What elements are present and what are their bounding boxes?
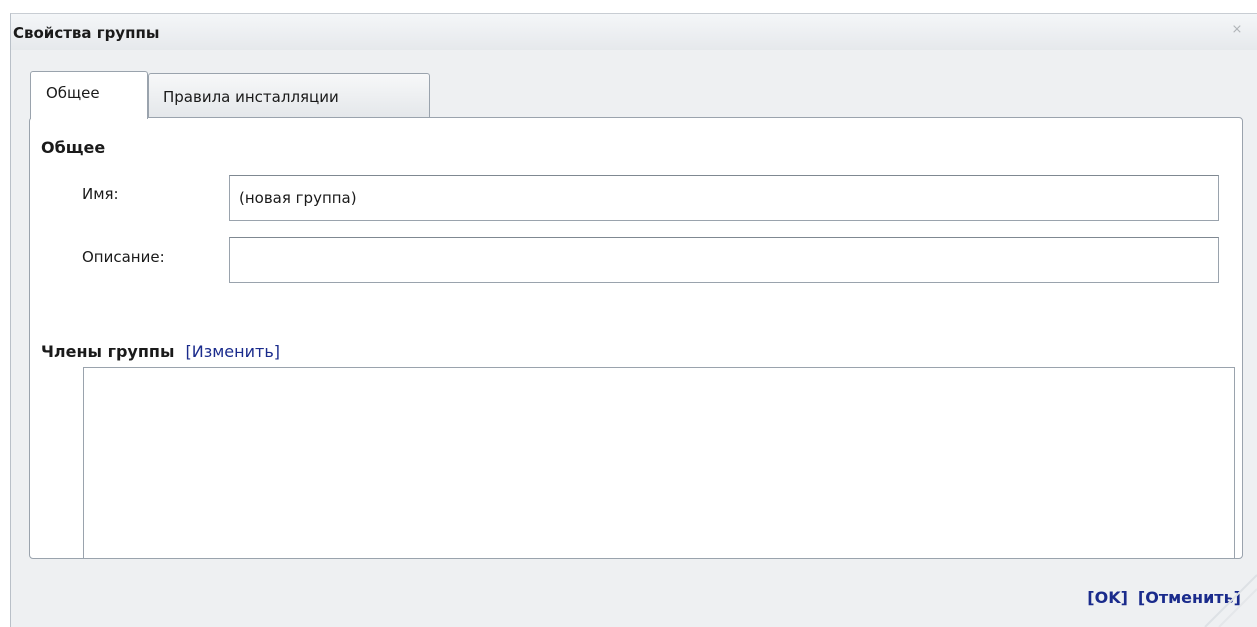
members-list[interactable] (83, 367, 1235, 559)
description-field[interactable] (229, 237, 1219, 283)
resize-grip-icon[interactable] (1197, 567, 1257, 627)
group-properties-dialog: Свойства группы ⨯ Общее Правила инсталля… (10, 13, 1257, 627)
members-header: Члены группы [Изменить] (41, 342, 280, 361)
tab-panel-general: Общее Имя: Описание: Члены группы [Измен… (29, 117, 1243, 559)
members-title: Члены группы (41, 342, 175, 361)
dialog-titlebar[interactable]: Свойства группы ⨯ (11, 14, 1257, 50)
tab-general[interactable]: Общее (30, 71, 148, 119)
tab-install-rules-label: Правила инсталляции (163, 88, 339, 106)
tab-install-rules[interactable]: Правила инсталляции (148, 73, 430, 118)
ok-button[interactable]: [OK] (1087, 588, 1128, 607)
name-field[interactable] (229, 175, 1219, 221)
description-label: Описание: (82, 248, 165, 266)
dialog-title: Свойства группы (13, 24, 160, 42)
change-members-link[interactable]: [Изменить] (186, 342, 280, 361)
close-icon[interactable]: ⨯ (1229, 22, 1245, 38)
section-title-general: Общее (41, 138, 106, 157)
tab-general-label: Общее (46, 84, 100, 102)
name-label: Имя: (82, 185, 119, 203)
